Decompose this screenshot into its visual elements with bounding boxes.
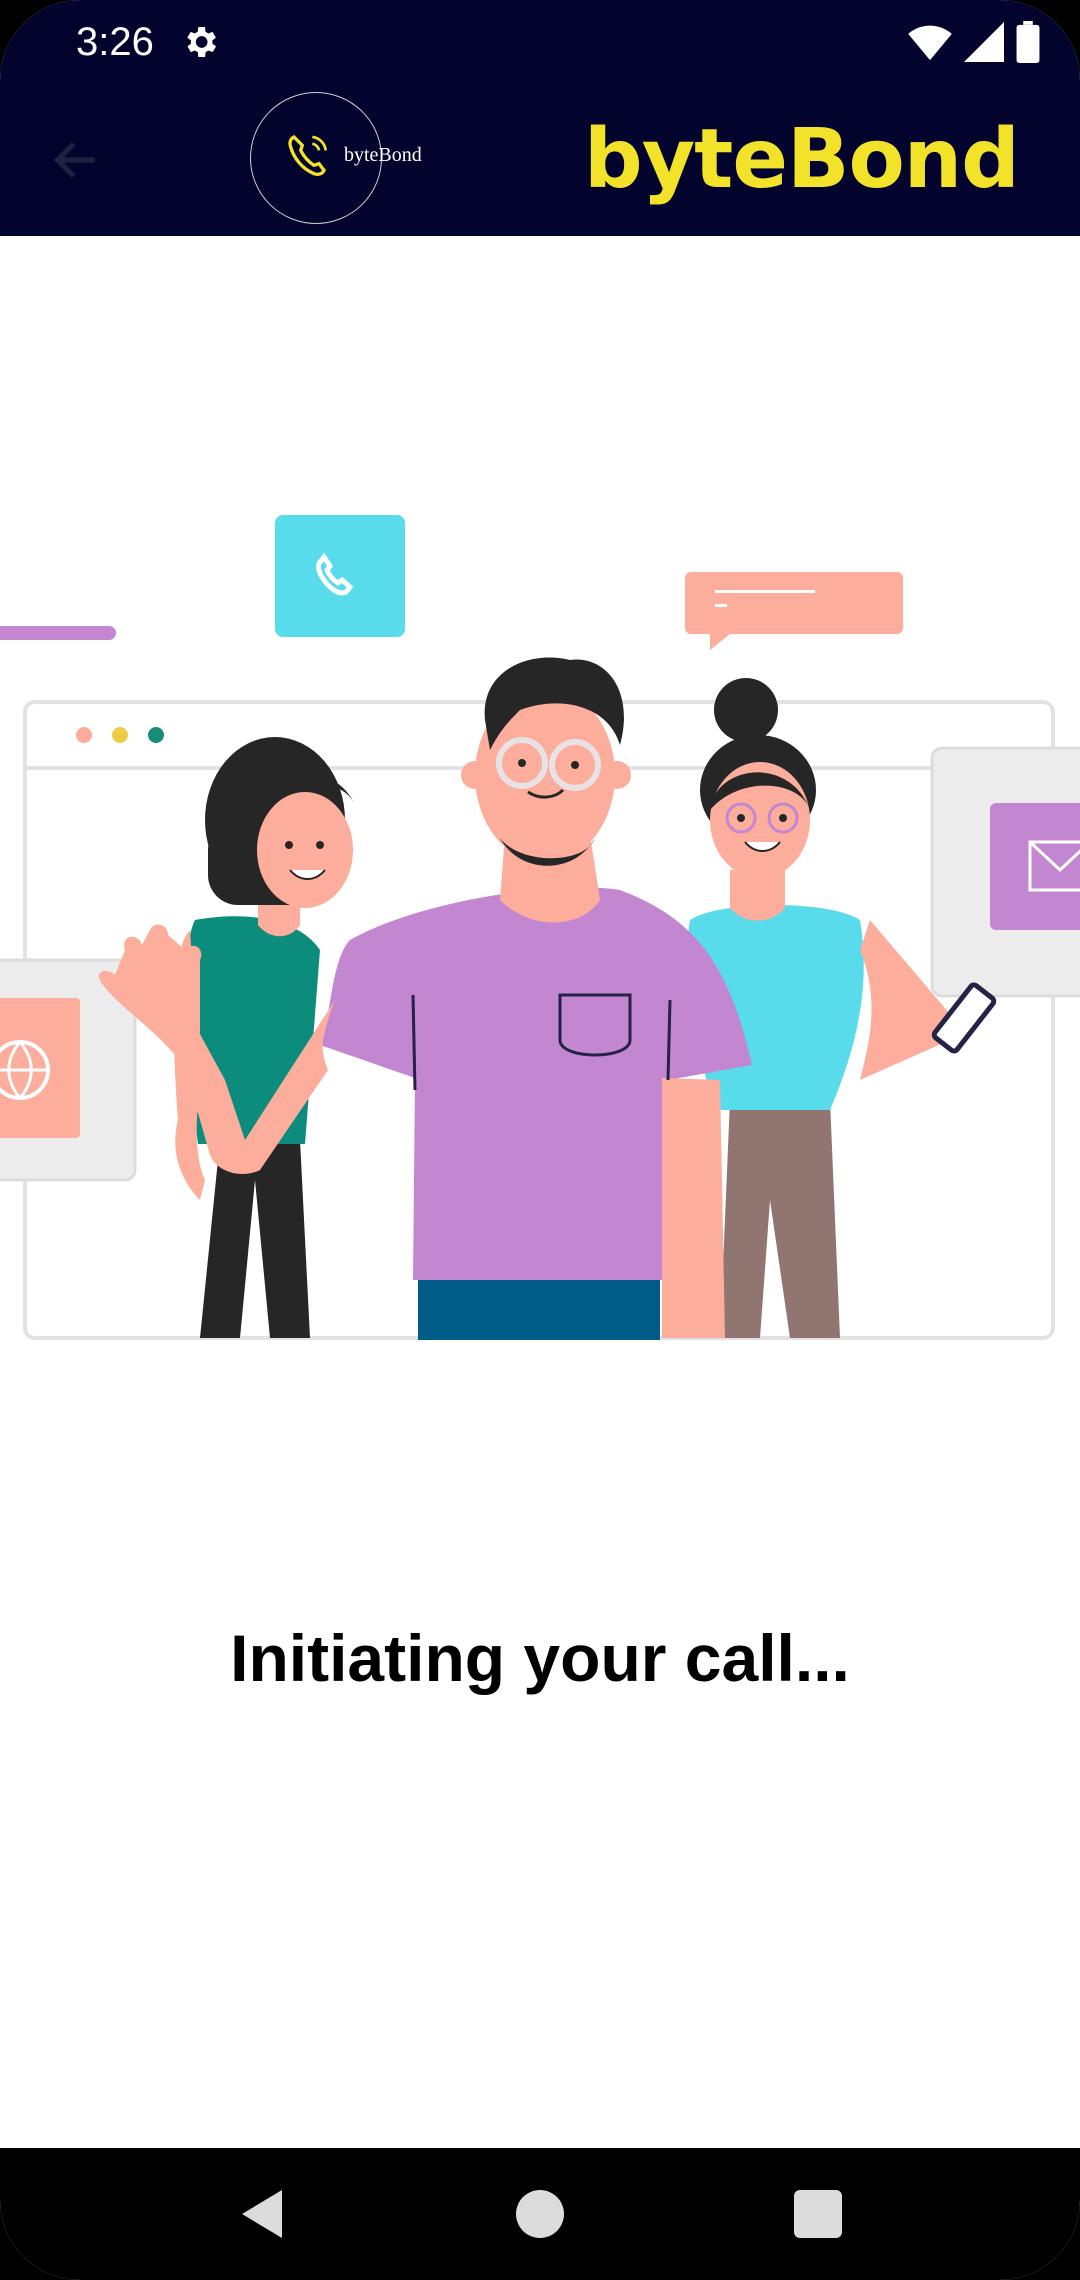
arrow-left-icon[interactable] <box>48 132 104 188</box>
nav-back-icon[interactable] <box>230 2182 294 2246</box>
status-icons <box>908 20 1040 64</box>
app-bar: 3:26 byteBond byteBond <box>0 0 1080 236</box>
nav-recents-icon[interactable] <box>786 2182 850 2246</box>
call-status-message: Initiating your call... <box>230 1621 850 1695</box>
gear-icon <box>187 27 216 57</box>
logo-text: byteBond <box>344 144 422 166</box>
wifi-icon <box>908 25 952 61</box>
nav-home-icon[interactable] <box>508 2182 572 2246</box>
mail-tile <box>930 746 1080 998</box>
battery-icon <box>1016 21 1040 63</box>
call-illustration <box>0 515 1080 1340</box>
phone-ringing-icon <box>288 134 327 176</box>
status-time: 3:26 <box>76 20 154 64</box>
signal-icon <box>964 22 1004 62</box>
chat-bubble <box>685 572 903 650</box>
phone-screen: 3:26 byteBond byteBond Initiating your c… <box>0 0 1080 2280</box>
phone-tile <box>275 515 405 637</box>
system-nav-bar <box>0 2148 1080 2280</box>
accent-bar <box>0 626 116 640</box>
app-title: byteBond <box>584 112 1020 207</box>
